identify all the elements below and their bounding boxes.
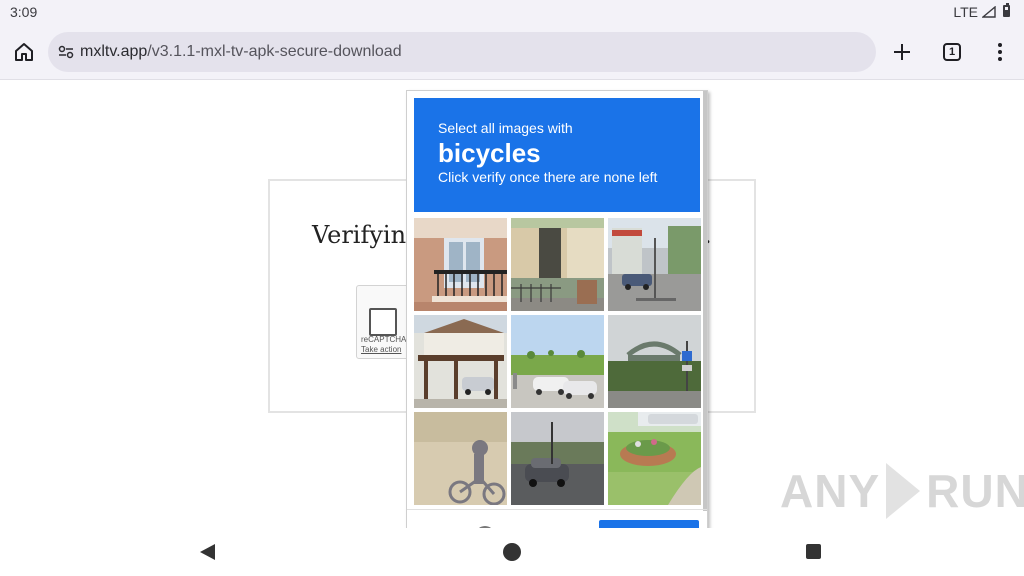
home-icon (15, 43, 33, 61)
tab-count: 1 (943, 43, 961, 61)
plus-icon (894, 44, 910, 60)
popup-scrollbar[interactable] (703, 91, 707, 511)
challenge-footer (407, 509, 707, 528)
battery-icon (1003, 3, 1010, 17)
status-bar: 3:09 LTE (0, 0, 1024, 24)
recents-icon[interactable] (806, 544, 821, 559)
tile-shadow-bicycle[interactable] (414, 412, 507, 505)
tile-car-road[interactable] (511, 412, 604, 505)
watermark-left: ANY (780, 465, 881, 517)
challenge-hint: Click verify once there are none left (438, 169, 658, 185)
home-button[interactable] (8, 36, 40, 68)
tile-house-entrance[interactable] (511, 218, 604, 311)
challenge-instruction: Select all images with (438, 120, 573, 136)
home-circle-icon[interactable] (503, 543, 521, 561)
tile-street-car[interactable] (608, 218, 701, 311)
status-time: 3:09 (10, 4, 38, 20)
challenge-image-grid (414, 218, 701, 505)
recaptcha-take-action-link[interactable]: Take action (361, 345, 401, 354)
tile-bridge[interactable] (608, 315, 701, 408)
verifying-heading: Verifyin (312, 221, 407, 249)
challenge-target: bicycles (438, 138, 541, 168)
play-logo-icon (886, 463, 921, 519)
captcha-challenge-popup: Select all images with bicycles Click ve… (406, 90, 708, 528)
recaptcha-checkbox[interactable] (369, 308, 397, 336)
url-path: /v3.1.1-mxl-tv-apk-secure-download (147, 43, 402, 60)
tab-switcher-button[interactable]: 1 (936, 36, 968, 68)
site-settings-icon[interactable] (58, 44, 74, 60)
signal-icon (982, 6, 996, 18)
challenge-header: Select all images with bicycles Click ve… (414, 98, 700, 212)
anyrun-watermark: ANY RUN (780, 463, 1024, 519)
watermark-right: RUN (926, 465, 1024, 517)
system-nav-bar (0, 528, 1024, 576)
tile-carport[interactable] (414, 315, 507, 408)
more-vert-icon (998, 43, 1002, 61)
status-right: LTE (953, 4, 996, 20)
tile-parked-cars-field[interactable] (511, 315, 604, 408)
back-icon[interactable] (200, 544, 215, 560)
url-domain: mxltv.app (80, 43, 148, 60)
recaptcha-label: reCAPTCHA (361, 335, 407, 344)
browser-menu-button[interactable] (984, 36, 1016, 68)
browser-toolbar: mxltv.app/v3.1.1-mxl-tv-apk-secure-downl… (0, 24, 1024, 80)
new-tab-button[interactable] (886, 36, 918, 68)
tile-garden-car[interactable] (608, 412, 701, 505)
page-content: Verifyin . reCAPTCHA Take action Select … (0, 81, 1024, 528)
address-bar[interactable]: mxltv.app/v3.1.1-mxl-tv-apk-secure-downl… (48, 32, 876, 72)
network-label: LTE (953, 4, 978, 20)
verify-button[interactable] (599, 520, 699, 528)
tile-balcony[interactable] (414, 218, 507, 311)
